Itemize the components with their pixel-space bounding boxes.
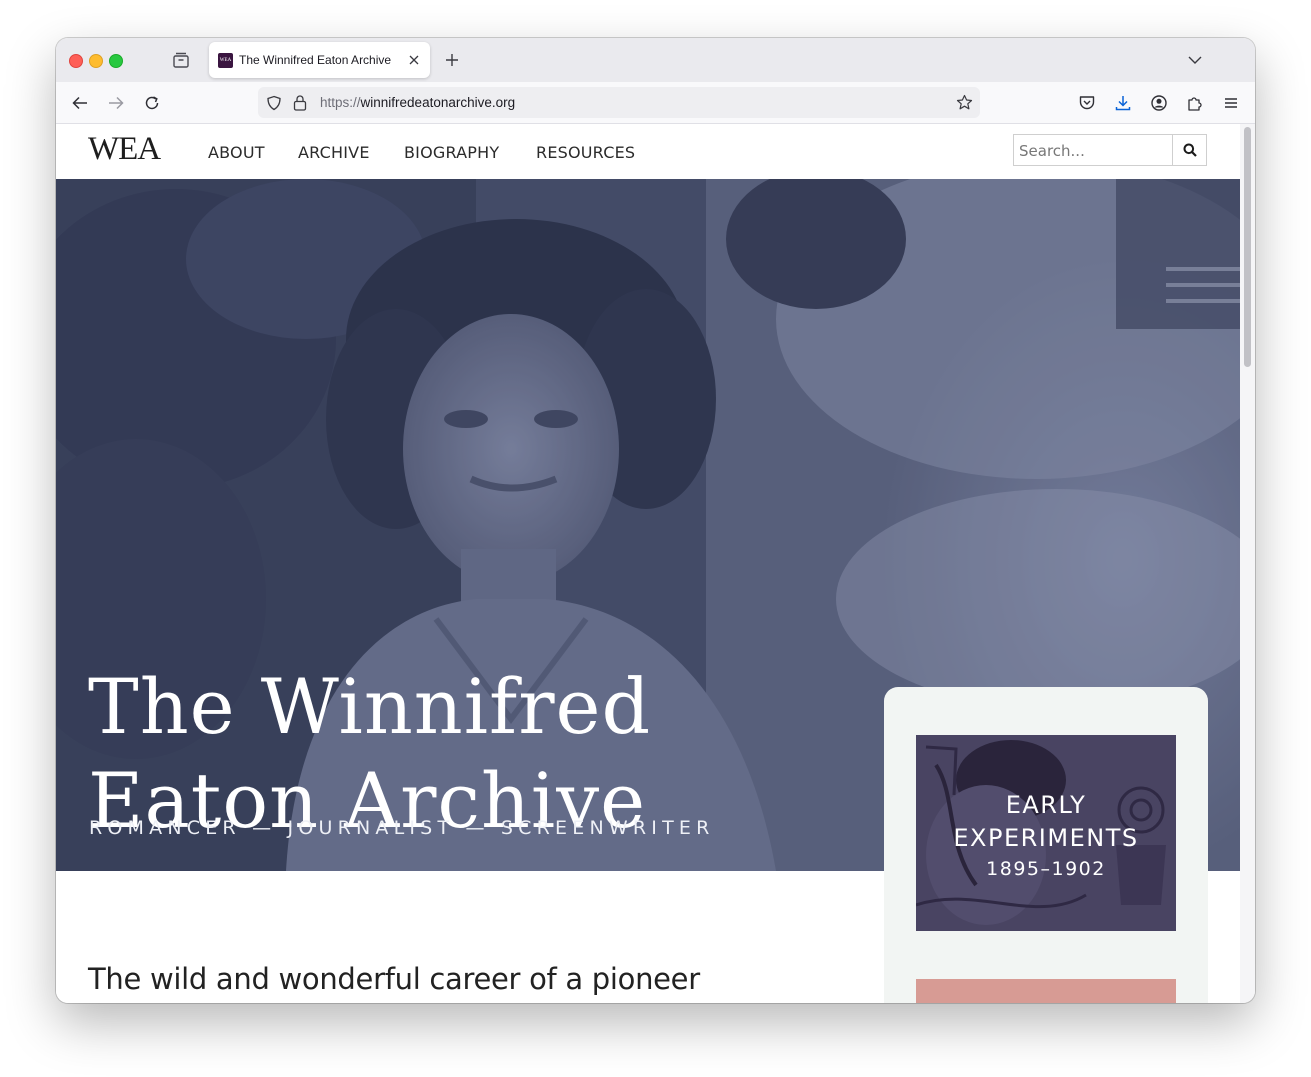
page-viewport: WEA ABOUT ARCHIVE BIOGRAPHY RESOURCES Se… <box>56 124 1240 1003</box>
forward-arrow-icon[interactable] <box>107 94 125 112</box>
tagline: The wild and wonderful career of a pione… <box>88 962 700 1003</box>
lock-icon[interactable] <box>293 94 307 111</box>
era-card-early-experiments[interactable]: EARLY EXPERIMENTS 1895–1902 <box>916 735 1176 931</box>
navigation-toolbar: https://winnifredeatonarchive.org <box>56 82 1255 124</box>
nav-biography[interactable]: BIOGRAPHY <box>404 143 499 162</box>
nav-resources[interactable]: RESOURCES <box>536 143 635 162</box>
downloads-icon[interactable] <box>1114 94 1132 112</box>
tab-strip: WEA The Winnifred Eaton Archive <box>56 38 1255 82</box>
minimize-window-button[interactable] <box>89 54 103 68</box>
search-icon <box>1183 143 1197 157</box>
site-logo[interactable]: WEA <box>88 131 161 168</box>
close-tab-icon[interactable] <box>408 54 420 66</box>
eras-panel: EARLY EXPERIMENTS 1895–1902 <box>884 687 1208 1003</box>
url-scheme: https:// <box>320 95 361 110</box>
nav-about[interactable]: ABOUT <box>208 143 265 162</box>
url-host: winnifredeatonarchive.org <box>360 95 516 110</box>
account-icon[interactable] <box>1150 94 1168 112</box>
tab-winnifred-eaton-archive[interactable]: WEA The Winnifred Eaton Archive <box>209 42 430 78</box>
era-card-next[interactable] <box>916 979 1176 1003</box>
address-bar[interactable]: https://winnifredeatonarchive.org <box>258 87 980 118</box>
tab-title: The Winnifred Eaton Archive <box>239 53 392 67</box>
url-text[interactable]: https://winnifredeatonarchive.org <box>320 87 515 118</box>
scrollbar-thumb[interactable] <box>1244 127 1251 367</box>
pocket-icon[interactable] <box>1078 94 1096 112</box>
back-arrow-icon[interactable] <box>71 94 89 112</box>
era-title-line2: EXPERIMENTS <box>953 824 1139 852</box>
hero-subtitle: ROMANCER — JOURNALIST — SCREENWRITER <box>89 817 715 839</box>
bookmark-star-icon[interactable] <box>956 94 973 111</box>
search-button[interactable] <box>1172 134 1207 166</box>
era-years: 1895–1902 <box>986 858 1106 880</box>
nav-archive[interactable]: ARCHIVE <box>298 143 370 162</box>
zoom-window-button[interactable] <box>109 54 123 68</box>
site-favicon: WEA <box>218 53 233 68</box>
era-title: EARLY EXPERIMENTS <box>916 789 1176 855</box>
reload-icon[interactable] <box>143 94 161 112</box>
hero-title-line1: The Winnifred <box>88 661 652 751</box>
era-title-line1: EARLY <box>1005 791 1087 819</box>
site-header: WEA ABOUT ARCHIVE BIOGRAPHY RESOURCES Se… <box>56 124 1240 179</box>
tracking-protection-shield-icon[interactable] <box>266 95 282 111</box>
tab-overview-icon[interactable] <box>172 52 190 68</box>
search-input[interactable]: Search... <box>1013 134 1173 166</box>
page-scrollbar[interactable] <box>1240 124 1255 1003</box>
extensions-puzzle-icon[interactable] <box>1186 94 1204 112</box>
browser-window: WEA The Winnifred Eaton Archive https://… <box>56 38 1255 1003</box>
chevron-down-icon[interactable] <box>1188 54 1202 66</box>
new-tab-icon[interactable] <box>444 52 460 68</box>
menu-hamburger-icon[interactable] <box>1222 94 1240 112</box>
close-window-button[interactable] <box>69 54 83 68</box>
